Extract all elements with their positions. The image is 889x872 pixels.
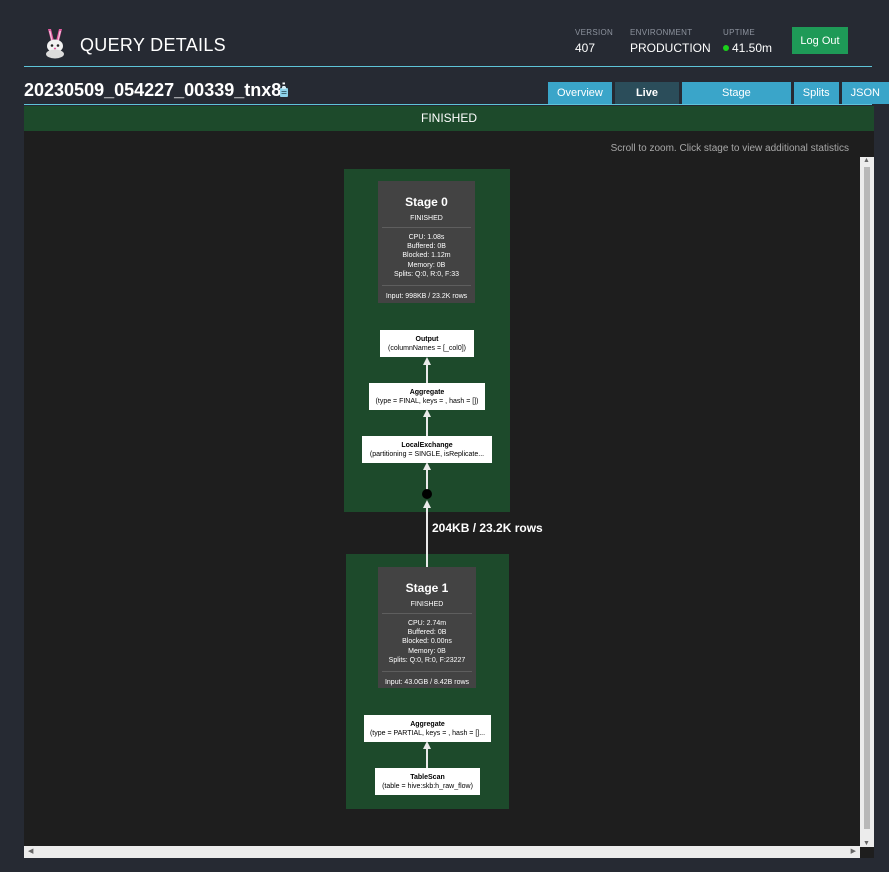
stage-1-summary[interactable]: Stage 1 FINISHED CPU: 2.74m Buffered: 0B… [378, 567, 476, 688]
page-header: QUERY DETAILS VERSION 407 ENVIRONMENT PR… [24, 0, 872, 67]
plan-node-aggregate-final[interactable]: Aggregate (type = FINAL, keys = , hash =… [369, 383, 485, 410]
version-stat: VERSION 407 [575, 28, 613, 55]
stage-0-cpu: CPU: 1.08s [408, 234, 445, 241]
tab-live-plan[interactable]: Live Plan [614, 82, 680, 121]
scroll-right-icon[interactable]: ▶ [851, 847, 856, 855]
plan-node-name: LocalExchange [401, 442, 453, 449]
stage-0-splits: Splits: Q:0, R:0, F:33 [394, 270, 459, 278]
plan-node-detail: (type = FINAL, keys = , hash = []) [375, 398, 479, 405]
stage-1-memory: Memory: 0B [408, 647, 446, 655]
plan-node-detail: (partitioning = SINGLE, isReplicate... [369, 451, 485, 458]
plan-node-table-scan[interactable]: TableScan (table = hive:skb:h_raw_flow) [375, 768, 480, 795]
plan-node-name: TableScan [410, 774, 445, 781]
version-value: 407 [575, 41, 596, 55]
uptime-label: UPTIME [723, 28, 756, 37]
copy-clipboard-icon[interactable] [279, 86, 289, 97]
stage-1-splits: Splits: Q:0, R:0, F:23227 [388, 656, 466, 664]
stage-0[interactable]: Stage 0 FINISHED CPU: 1.08s Buffered: 0B… [344, 169, 510, 512]
scroll-left-icon[interactable]: ◀ [28, 847, 33, 855]
plan-node-aggregate-partial[interactable]: Aggregate (type = PARTIAL, keys = , hash… [364, 715, 491, 742]
scrollbar-thumb[interactable] [864, 167, 870, 829]
plan-node-detail: (table = hive:skb:h_raw_flow) [382, 783, 473, 790]
plan-node-name: Aggregate [409, 389, 445, 396]
plan-node-local-exchange[interactable]: LocalExchange (partitioning = SINGLE, is… [362, 436, 492, 463]
plan-node-detail: (type = PARTIAL, keys = , hash = []... [369, 730, 486, 737]
stage-1-state: FINISHED [382, 595, 472, 614]
stage-1-cpu: CPU: 2.74m [407, 620, 447, 627]
version-label: VERSION [575, 28, 614, 37]
plan-node-name: Aggregate [410, 721, 445, 728]
stage-0-summary[interactable]: Stage 0 FINISHED CPU: 1.08s Buffered: 0B… [378, 181, 475, 303]
plan-node-output[interactable]: Output (columnNames = [_col0]) [380, 330, 474, 357]
horizontal-scrollbar[interactable]: ◀ ▶ [24, 846, 860, 858]
tab-json[interactable]: JSON [841, 82, 889, 104]
vertical-scrollbar[interactable]: ▲ ▼ [860, 157, 874, 847]
query-id: 20230509_054227_00339_tnx8i [24, 80, 287, 100]
plan-node-detail: (columnNames = [_col0]) [387, 345, 466, 352]
scroll-down-icon[interactable]: ▼ [863, 840, 870, 847]
environment-label: ENVIRONMENT [630, 28, 693, 37]
stage-0-stats: CPU: 1.08s Buffered: 0B Blocked: 1.12m M… [382, 228, 471, 287]
stage-0-input: Input: 998KB / 23.2K rows [385, 293, 468, 301]
page-title: QUERY DETAILS [80, 35, 226, 55]
query-status-bar: FINISHED [24, 106, 874, 131]
uptime-value-row: 41.50m [723, 41, 772, 55]
exchange-edge-label: 204KB / 23.2K rows [432, 521, 543, 535]
environment-stat: ENVIRONMENT PRODUCTION [630, 28, 711, 55]
live-plan-canvas[interactable]: Scroll to zoom. Click stage to view addi… [24, 131, 874, 858]
uptime-value: 41.50m [732, 41, 773, 55]
bunny-logo-icon [46, 29, 64, 59]
tab-splits[interactable]: Splits [793, 82, 839, 104]
stage-1[interactable]: Stage 1 FINISHED CPU: 2.74m Buffered: 0B… [346, 554, 509, 809]
stage-0-state: FINISHED [382, 209, 471, 228]
stage-1-blocked: Blocked: 0.00ns [402, 638, 452, 646]
stage-1-stats: CPU: 2.74m Buffered: 0B Blocked: 0.00ns … [382, 614, 472, 673]
stage-1-buffered: Buffered: 0B [407, 629, 447, 637]
scroll-up-icon[interactable]: ▲ [863, 157, 870, 164]
stage-0-buffered: Buffered: 0B [407, 243, 446, 251]
uptime-stat: UPTIME 41.50m [723, 28, 772, 55]
logout-button[interactable]: Log Out [792, 27, 848, 54]
zoom-hint: Scroll to zoom. Click stage to view addi… [610, 143, 849, 154]
query-tabs: Overview Live Plan Stage Performance Spl… [548, 82, 889, 121]
stage-0-title: Stage 0 [405, 195, 448, 209]
stage-0-memory: Memory: 0B [407, 261, 446, 269]
tab-stage-performance[interactable]: Stage Performance [682, 82, 791, 121]
tab-overview[interactable]: Overview [548, 82, 612, 104]
divider [24, 104, 872, 105]
stage-1-input: Input: 43.0GB / 8.42B rows [384, 679, 470, 687]
stage-1-title: Stage 1 [405, 581, 449, 595]
environment-value: PRODUCTION [630, 41, 711, 55]
stage-0-blocked: Blocked: 1.12m [402, 252, 451, 260]
status-dot-icon [723, 45, 729, 51]
plan-node-name: Output [415, 336, 439, 343]
